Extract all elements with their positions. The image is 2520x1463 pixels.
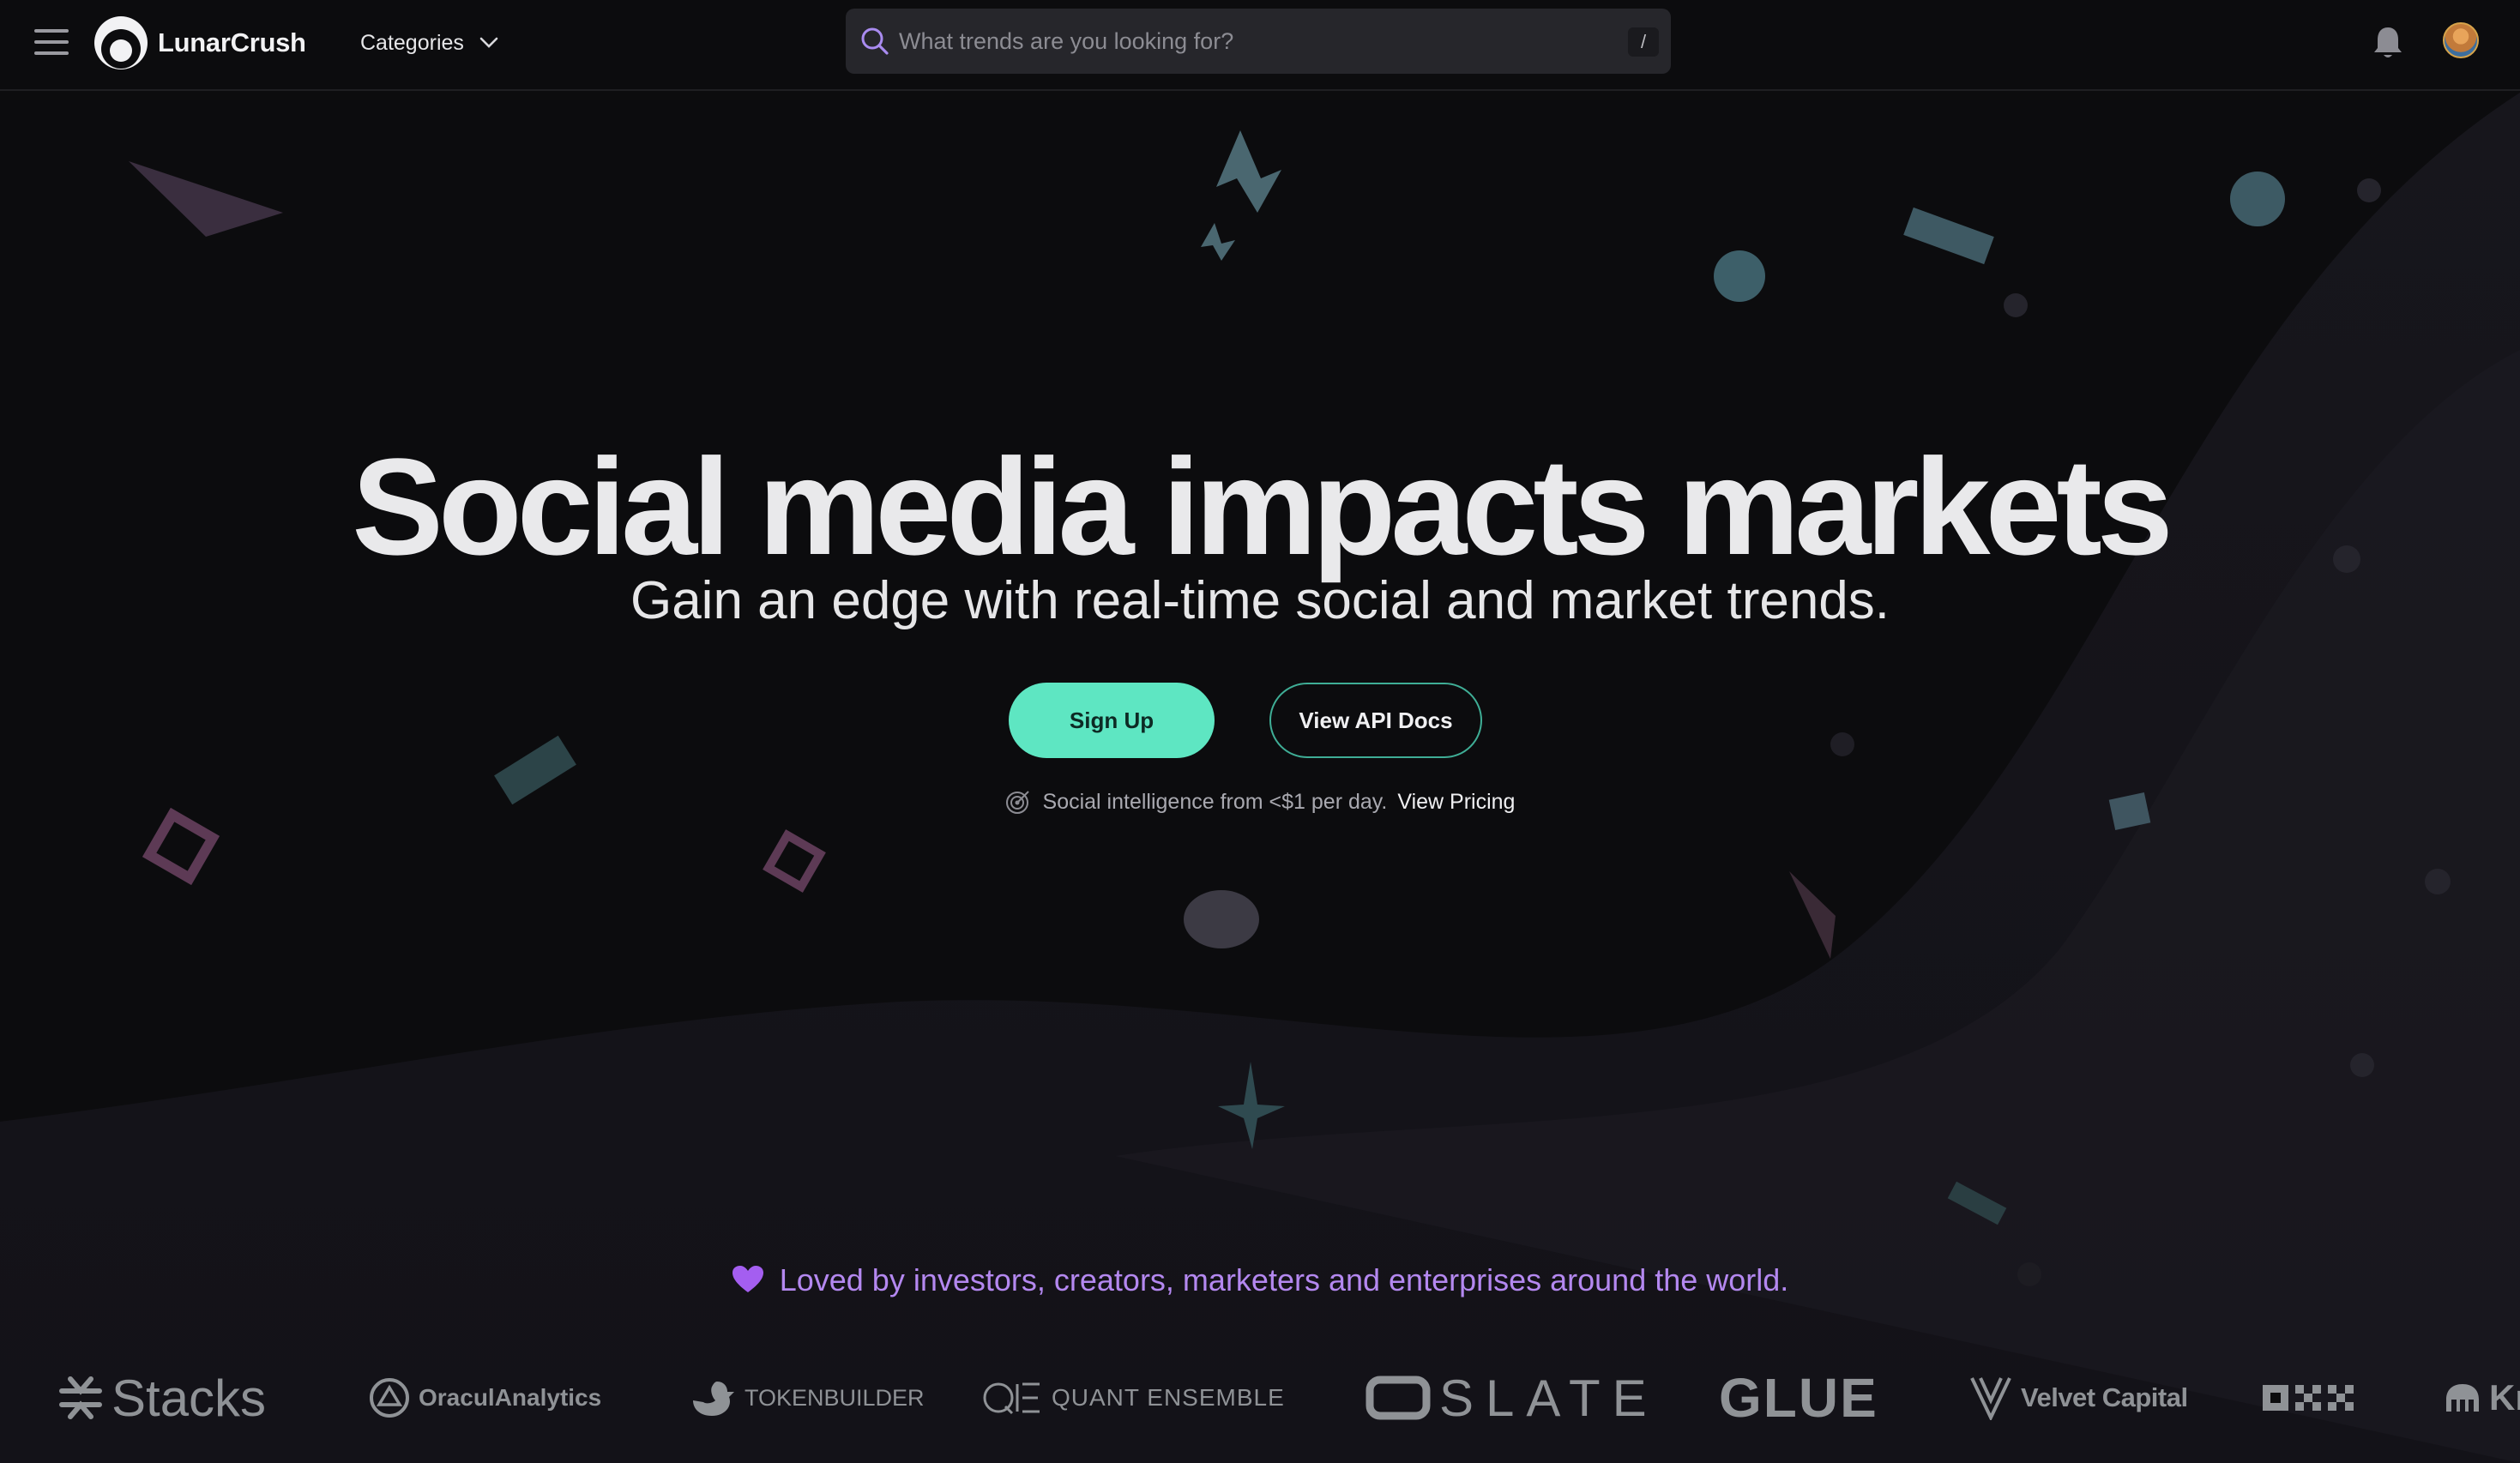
- search-shortcut-key: /: [1628, 27, 1659, 57]
- tokenbuilder-logo: TOKENBUILDER: [691, 1355, 925, 1441]
- categories-label: Categories: [360, 30, 464, 55]
- velvet-v-icon: [1970, 1377, 2011, 1420]
- kraken-logo-text: Kr: [2489, 1377, 2520, 1418]
- crescent-logo-icon: [94, 16, 148, 69]
- heart-icon: [732, 1266, 763, 1292]
- hero-title: Social media impacts markets: [352, 430, 2173, 583]
- partner-logos-strip: Stacks OraculAnalytics TOKENBUILDER QUAN…: [0, 1355, 2520, 1441]
- okx-blocks-icon: [2263, 1385, 2354, 1411]
- stacks-logo-text: Stacks: [112, 1369, 267, 1427]
- search-input[interactable]: [897, 22, 1601, 60]
- kraken-icon: [2446, 1384, 2479, 1412]
- oraculanalytics-logo: OraculAnalytics: [369, 1355, 601, 1441]
- kraken-logo: Kr: [2445, 1355, 2520, 1441]
- logo-text: LunarCrush: [158, 27, 306, 57]
- top-navigation-bar: LunarCrush Categories /: [0, 0, 2520, 91]
- search-bar[interactable]: /: [846, 9, 1671, 74]
- velvet-capital-logo: Velvet Capital: [1969, 1355, 2188, 1441]
- okx-logo: [2261, 1355, 2366, 1441]
- logo[interactable]: LunarCrush: [93, 15, 306, 70]
- hero-background-art: [0, 93, 2520, 1463]
- loved-by-text: Loved by investors, creators, marketers …: [0, 1262, 2520, 1298]
- pricing-note: Social intelligence from <$1 per day. Vi…: [0, 789, 2520, 815]
- oracul-triangle-icon: [370, 1378, 409, 1418]
- qe-monogram-icon: [983, 1382, 1040, 1415]
- stacks-asterisk-icon: [59, 1376, 102, 1419]
- velvet-capital-logo-text: Velvet Capital: [2021, 1382, 2188, 1412]
- stacks-logo: Stacks: [58, 1355, 266, 1441]
- tokenbuilder-logo-text: TOKENBUILDER: [745, 1384, 925, 1411]
- slate-logo-text: SLATE: [1439, 1369, 1659, 1427]
- glue-logo-text: GLUE: [1719, 1367, 1878, 1429]
- glue-logo: GLUE: [1719, 1355, 1878, 1441]
- sign-up-button[interactable]: Sign Up: [1009, 683, 1215, 758]
- slate-rounded-rect-icon: [1366, 1376, 1431, 1420]
- categories-dropdown[interactable]: Categories: [360, 24, 498, 62]
- slate-logo: SLATE: [1366, 1355, 1659, 1441]
- view-api-docs-button[interactable]: View API Docs: [1269, 683, 1482, 758]
- loved-by-label: Loved by investors, creators, marketers …: [779, 1262, 1789, 1297]
- search-icon: [861, 27, 889, 55]
- chevron-down-icon: [479, 37, 498, 48]
- duck-icon: [693, 1382, 734, 1416]
- quant-ensemble-logo-text: QUANT ENSEMBLE: [1052, 1384, 1285, 1411]
- bell-icon[interactable]: [2371, 24, 2405, 60]
- avatar[interactable]: [2443, 22, 2479, 58]
- menu-icon[interactable]: [34, 29, 69, 57]
- pricing-text: Social intelligence from <$1 per day.: [1042, 789, 1388, 814]
- oraculanalytics-logo-text: OraculAnalytics: [419, 1384, 602, 1411]
- view-pricing-link[interactable]: View Pricing: [1397, 790, 1515, 815]
- hero-subtitle: Gain an edge with real-time social and m…: [630, 571, 1890, 630]
- quant-ensemble-logo: QUANT ENSEMBLE: [983, 1355, 1285, 1441]
- target-icon: [1005, 791, 1029, 814]
